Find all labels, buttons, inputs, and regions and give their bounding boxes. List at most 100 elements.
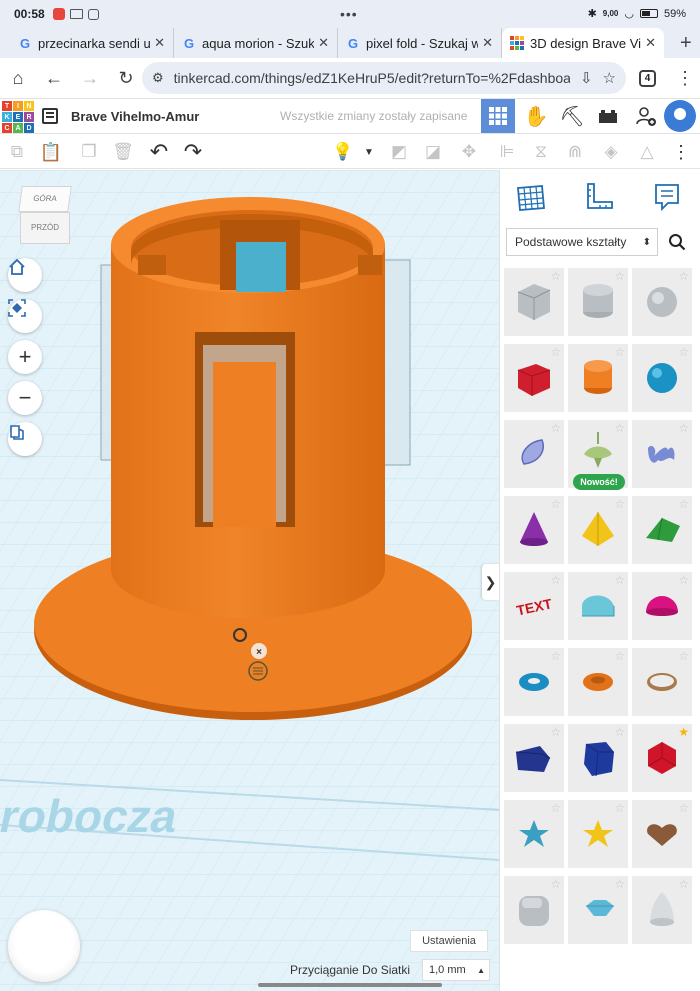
favorite-star-icon[interactable]: ☆ [614,649,625,663]
toolbar-more-icon[interactable]: ⋮ [670,141,692,163]
workplane-viewport[interactable]: × robocza GÓRA PRZÓD + − ❯ Ustawienia Pr… [0,170,499,991]
favorite-star-icon[interactable]: ☆ [678,345,689,359]
shape-rounded-box[interactable]: ☆ [504,876,564,944]
shape-wedge-box[interactable]: ☆ [504,724,564,792]
design-list-icon[interactable] [42,108,58,124]
favorite-star-icon[interactable]: ☆ [550,421,561,435]
zoom-in-button[interactable]: + [8,340,42,374]
shape-heart[interactable]: ☆ [632,800,692,868]
ungroup-icon[interactable]: ◪ [422,141,444,163]
favorite-star-icon[interactable]: ☆ [678,421,689,435]
view-cube-top[interactable]: GÓRA [18,186,72,212]
view-cube[interactable]: GÓRA PRZÓD [18,186,72,244]
new-tab-button[interactable]: + [680,32,692,55]
align-icon[interactable]: ⊫ [496,141,518,163]
shape-tube[interactable]: ☆ [568,648,628,716]
user-avatar[interactable] [664,100,696,132]
magnet-icon[interactable]: ⋒ [564,141,586,163]
browser-tab-2[interactable]: G aqua morion - Szukaj ✕ [174,28,338,58]
shape-cylinder-hole[interactable]: ☆ [568,268,628,336]
snap-grid-select[interactable]: 1,0 mm ▲ [422,959,490,981]
shape-box-hole[interactable]: ☆ [504,268,564,336]
reload-icon[interactable]: ↻ [108,68,144,89]
favorite-star-icon[interactable]: ☆ [550,801,561,815]
favorite-star-icon[interactable]: ☆ [678,573,689,587]
view-cube-front[interactable]: PRZÓD [20,212,70,244]
orbit-compass[interactable] [8,910,80,982]
workplane-tool-icon[interactable] [514,180,548,214]
tab-close-icon[interactable]: ✕ [318,35,329,51]
shape-cylinder[interactable]: ☆ [568,344,628,412]
boolean-icon[interactable]: ✥ [458,141,480,163]
window-handle-dots[interactable]: ••• [340,6,358,22]
tinkercad-logo[interactable]: TIN KER CAD [2,101,34,133]
favorite-star-icon[interactable]: ☆ [678,877,689,891]
copy-icon[interactable]: ⧉ [6,141,28,163]
undo-icon[interactable]: ↶ [148,139,170,164]
browser-tab-1[interactable]: G przecinarka sendi ultr ✕ [10,28,174,58]
group-icon[interactable]: ◩ [388,141,410,163]
mirror-icon[interactable]: ⧖ [530,141,552,163]
tab-close-icon[interactable]: ✕ [154,35,165,51]
redo-icon[interactable]: ↷ [182,139,204,164]
dropdown-arrow-icon[interactable]: ▼ [358,141,380,163]
shape-star[interactable]: ☆ [504,800,564,868]
shape-text-squiggle[interactable]: ☆ [632,420,692,488]
shape-icosahedron[interactable]: ★ [632,724,692,792]
favorite-star-icon[interactable]: ☆ [614,801,625,815]
front-slot-tongue[interactable] [213,362,276,527]
back-arrow-icon[interactable]: ← [36,68,72,89]
shape-category-select[interactable]: Podstawowe kształty ⬍ [506,228,658,256]
zoom-out-button[interactable]: − [8,381,42,415]
shape-sphere[interactable]: ☆ [632,344,692,412]
ruler-icon[interactable]: △ [636,141,658,163]
favorite-star-icon[interactable]: ★ [678,725,689,739]
favorite-star-icon[interactable]: ☆ [550,725,561,739]
site-info-icon[interactable]: ⚙ [152,70,164,86]
favorite-star-icon[interactable]: ☆ [614,725,625,739]
paste-icon[interactable]: 📋 [40,141,62,163]
shape-half-sphere[interactable]: ☆ [632,572,692,640]
sim-lab-hand-icon[interactable]: ✋ [519,99,553,133]
home-view-button[interactable] [8,258,42,292]
bricks-icon[interactable] [591,99,625,133]
duplicate-icon[interactable]: ❐ [78,141,100,163]
shape-sphere-hole[interactable]: ☆ [632,268,692,336]
install-app-icon[interactable]: ⇩ [580,69,593,87]
tab-close-icon[interactable]: ✕ [645,35,656,51]
shape-roof[interactable]: ☆ [632,496,692,564]
favorite-star-icon[interactable]: ☆ [678,269,689,283]
favorite-star-icon[interactable]: ☆ [550,649,561,663]
favorite-star-icon[interactable]: ☆ [550,269,561,283]
shape-scribble[interactable]: ☆ [504,420,564,488]
favorite-star-icon[interactable]: ☆ [614,497,625,511]
home-icon[interactable]: ⌂ [0,68,36,89]
favorite-star-icon[interactable]: ☆ [550,573,561,587]
browser-tab-active[interactable]: 3D design Brave Vihel ✕ [502,28,664,58]
favorite-star-icon[interactable]: ☆ [550,497,561,511]
forward-arrow-icon[interactable]: → [72,68,108,89]
shape-text[interactable]: TEXT ☆ [504,572,564,640]
shape-ring[interactable]: ☆ [632,648,692,716]
favorite-star-icon[interactable]: ☆ [678,497,689,511]
perspective-view-button[interactable] [8,422,42,456]
favorite-star-icon[interactable]: ☆ [678,649,689,663]
shape-search-button[interactable] [662,228,692,256]
ruler-tool-icon[interactable] [582,180,616,214]
favorite-star-icon[interactable]: ☆ [614,421,625,435]
favorite-star-icon[interactable]: ☆ [550,877,561,891]
shape-pyramid[interactable]: ☆ [568,496,628,564]
browser-menu-icon[interactable]: ⋮ [676,68,694,89]
gesture-home-bar[interactable] [258,983,442,987]
bookmark-star-icon[interactable]: ☆ [603,69,616,87]
favorite-star-icon[interactable]: ☆ [614,573,625,587]
shape-cone[interactable]: ☆ [504,496,564,564]
add-user-icon[interactable] [629,99,663,133]
collapse-panel-button[interactable]: ❯ [482,564,499,600]
light-bulb-icon[interactable]: 💡 [332,141,354,163]
fit-view-button[interactable] [8,299,42,333]
scene-canvas[interactable]: × robocza [0,170,499,991]
address-bar[interactable]: ⚙ tinkercad.com/things/edZ1KeHruP5/edit?… [142,62,626,94]
shape-gem[interactable]: ☆ [568,876,628,944]
settings-button[interactable]: Ustawienia [410,930,488,952]
